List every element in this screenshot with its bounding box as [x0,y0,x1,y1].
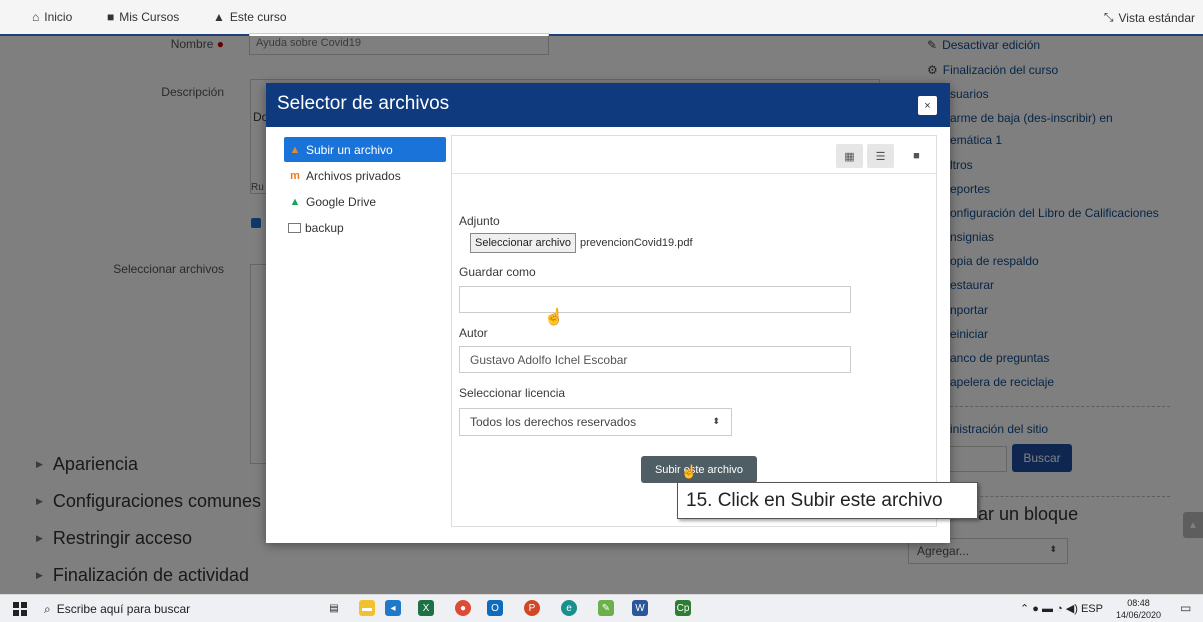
backup-icon [288,222,301,233]
chosen-file-name: prevencionCovid19.pdf [580,237,693,249]
list-icon: ☰ [875,150,886,163]
file-picker-dialog: Selector de archivos × ▲ Subir un archiv… [266,83,950,543]
sitemap-icon: ▲ [213,10,225,24]
upload-file-button[interactable]: Subir este archivo [641,456,757,483]
nav-home[interactable]: ⌂ Inicio [32,10,72,24]
repo-label: Google Drive [306,194,377,209]
dialog-header: Selector de archivos × [266,83,950,127]
select-arrows-icon: ⬍ [712,416,720,426]
repo-private-files[interactable]: m Archivos privados [284,163,446,188]
language-indicator[interactable]: ESP [1081,603,1103,615]
license-select-value: Todos los derechos reservados [470,415,637,429]
wifi-icon[interactable]: ◔ [1056,603,1063,615]
taskbar-search[interactable]: ⌕ Escribe aquí para buscar [44,598,272,620]
view-toolbar: ▦ ☰ ■ [452,136,936,174]
google-drive-icon: ▲ [289,195,301,208]
save-as-input[interactable] [459,286,851,313]
nav-this-course[interactable]: ▲ Este curso [213,10,287,24]
captivate-icon[interactable]: Cp [675,600,691,616]
word-icon[interactable]: W [632,600,648,616]
nav-view-mode[interactable]: ⤡ Vista estándar [1104,10,1195,25]
hand-cursor-icon: ☝ [681,464,698,479]
icon-view-button[interactable]: ▦ [836,144,863,168]
folder-icon: ■ [913,150,920,162]
grid-icon: ▦ [844,150,855,163]
list-view-button[interactable]: ☰ [867,144,894,168]
vscode-icon[interactable]: ◂ [385,600,401,616]
repo-google-drive[interactable]: ▲ Google Drive [284,189,446,214]
upload-icon: ▲ [289,143,301,156]
clock[interactable]: 08:48 14/06/2020 [1116,597,1161,621]
author-label: Autor [459,326,488,340]
windows-taskbar: ⌕ Escribe aquí para buscar ▤ ▬ ◂ X ● O P… [0,594,1203,622]
clock-time: 08:48 [1127,598,1150,608]
repo-label: Subir un archivo [306,142,393,157]
system-tray: ⌃ ● ▬ ◔ ◀) ESP [1020,602,1103,615]
paint-icon[interactable]: ✎ [598,600,614,616]
notifications-icon[interactable]: ▭ [1180,601,1191,615]
top-navbar: ⌂ Inicio ■ Mis Cursos ▲ Este curso ⤡ Vis… [0,0,1203,36]
tree-view-button[interactable]: ■ [903,144,930,168]
volume-icon[interactable]: ◀) [1066,603,1078,615]
repo-backup[interactable]: backup [284,215,446,240]
dialog-title: Selector de archivos [277,93,450,114]
home-icon: ⌂ [32,10,40,24]
repository-list: ▲ Subir un archivo m Archivos privados ▲… [284,137,446,241]
repo-label: Archivos privados [306,168,401,183]
powerpoint-icon[interactable]: P [524,600,540,616]
instruction-tooltip: 15. Click en Subir este archivo [677,482,978,519]
repo-label: backup [305,220,344,235]
nav-my-courses-label: Mis Cursos [119,10,180,24]
windows-start-icon[interactable] [13,602,27,616]
nav-home-label: Inicio [44,10,73,24]
license-select[interactable]: Todos los derechos reservados ⬍ [459,408,732,436]
choose-file-button[interactable]: Seleccionar archivo [470,233,576,253]
search-icon: ⌕ [44,601,51,616]
chevron-up-icon[interactable]: ⌃ [1020,603,1029,615]
edge-icon[interactable]: e [561,600,577,616]
battery-icon[interactable]: ▬ [1042,603,1053,615]
nav-view-mode-label: Vista estándar [1118,10,1196,25]
file-chooser: Seleccionar archivo prevencionCovid19.pd… [470,233,693,253]
author-input[interactable]: Gustavo Adolfo Ichel Escobar [459,346,851,373]
excel-icon[interactable]: X [418,600,434,616]
close-button[interactable]: × [918,96,937,115]
repo-upload-file[interactable]: ▲ Subir un archivo [284,137,446,162]
microphone-icon[interactable]: ● [1032,603,1039,615]
private-files-icon: m [290,169,300,182]
briefcase-icon: ■ [107,10,115,24]
save-as-label: Guardar como [459,265,536,279]
license-label: Seleccionar licencia [459,386,566,400]
taskbar-search-placeholder: Escribe aquí para buscar [56,602,191,616]
outlook-icon[interactable]: O [487,600,503,616]
nav-this-course-label: Este curso [229,10,287,24]
hand-cursor-icon: ☝ [544,309,564,326]
task-view-icon[interactable]: ▤ [326,600,342,616]
clock-date: 14/06/2020 [1116,610,1162,620]
file-explorer-icon[interactable]: ▬ [359,600,375,616]
nav-my-courses[interactable]: ■ Mis Cursos [107,10,179,24]
close-icon: × [924,99,931,112]
chrome-icon[interactable]: ● [455,600,471,616]
compress-icon: ⤡ [1103,10,1114,24]
attachment-label: Adjunto [459,214,500,228]
